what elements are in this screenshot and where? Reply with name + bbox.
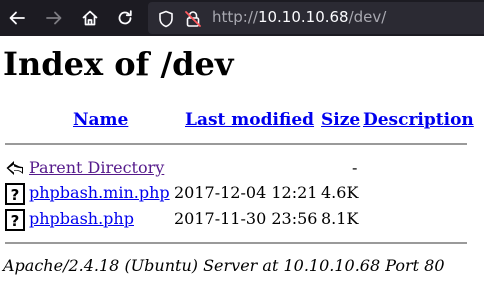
- list-item: Parent Directory -: [0, 157, 484, 179]
- unknown-file-icon: ?: [5, 209, 25, 231]
- server-signature: Apache/2.4.18 (Ubuntu) Server at 10.10.1…: [3, 256, 445, 275]
- back-button[interactable]: [5, 6, 29, 30]
- browser-toolbar: http://10.10.10.68/dev/: [0, 0, 484, 36]
- page-content: Index of /dev Name Last modified Size De…: [0, 36, 484, 284]
- home-icon: [82, 10, 98, 26]
- divider-top: [5, 143, 467, 145]
- url-path: /dev/: [348, 8, 387, 26]
- column-header-description[interactable]: Description: [363, 109, 474, 131]
- unknown-file-icon: ?: [5, 183, 25, 205]
- file-last-modified: 2017-11-30 23:56: [174, 209, 318, 228]
- reload-button[interactable]: [113, 6, 137, 30]
- home-button[interactable]: [78, 6, 102, 30]
- column-header-name[interactable]: Name: [73, 109, 128, 131]
- file-size: 8.1K: [321, 209, 359, 228]
- file-size: -: [352, 158, 358, 177]
- insecure-lock-icon[interactable]: [184, 10, 202, 32]
- reload-icon: [118, 10, 132, 25]
- parent-directory-link[interactable]: Parent Directory: [29, 157, 164, 179]
- shield-icon[interactable]: [158, 10, 174, 32]
- forward-button[interactable]: [42, 6, 66, 30]
- url-protocol: http://: [212, 8, 258, 26]
- page-title: Index of /dev: [3, 45, 234, 83]
- divider-bottom: [5, 242, 467, 244]
- column-header-last-modified[interactable]: Last modified: [185, 109, 314, 131]
- url-host: 10.10.10.68: [257, 8, 349, 26]
- back-icon: [5, 158, 25, 180]
- file-link-phpbash-min[interactable]: phpbash.min.php: [29, 182, 170, 204]
- file-last-modified: 2017-12-04 12:21: [174, 183, 318, 202]
- file-link-phpbash[interactable]: phpbash.php: [29, 208, 134, 230]
- svg-text:?: ?: [11, 186, 20, 204]
- list-item: ? phpbash.php 2017-11-30 23:56 8.1K: [0, 208, 484, 231]
- file-size: 4.6K: [321, 183, 359, 202]
- svg-text:?: ?: [11, 212, 20, 230]
- url-bar[interactable]: http://10.10.10.68/dev/: [148, 2, 484, 34]
- url-text[interactable]: http://10.10.10.68/dev/: [212, 8, 386, 26]
- list-item: ? phpbash.min.php 2017-12-04 12:21 4.6K: [0, 182, 484, 205]
- arrow-left-icon: [9, 11, 25, 25]
- column-header-size[interactable]: Size: [321, 109, 360, 131]
- arrow-right-icon: [46, 11, 62, 25]
